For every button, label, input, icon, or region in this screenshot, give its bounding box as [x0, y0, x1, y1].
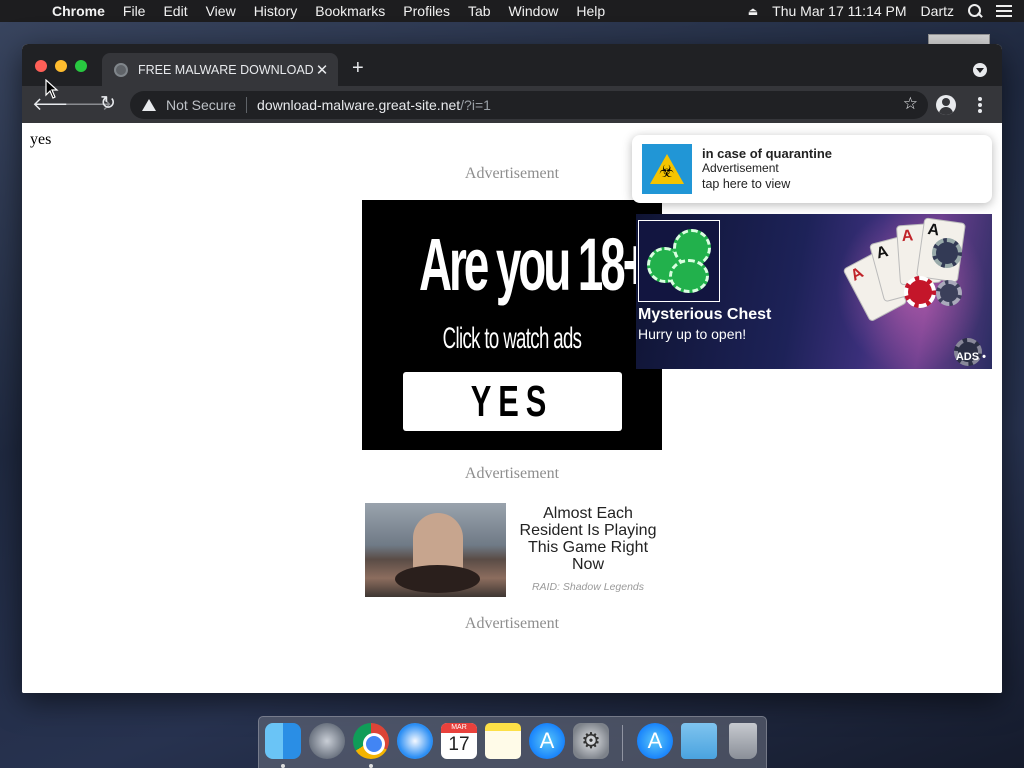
reload-button[interactable]: ↻	[96, 93, 120, 117]
forward-button[interactable]: 🡒	[64, 93, 112, 117]
close-window-button[interactable]	[35, 60, 47, 72]
age-ad-headline: Are you 18+?	[419, 223, 674, 306]
menu-tab[interactable]: Tab	[468, 3, 491, 19]
eject-icon[interactable]: ⏏	[748, 5, 758, 18]
dock-separator	[622, 725, 623, 761]
advertisement-label: Advertisement	[464, 465, 560, 482]
omnibox-divider	[246, 97, 248, 113]
close-tab-icon[interactable]: ✕	[314, 61, 330, 79]
ad-thumbnail-image[interactable]	[365, 503, 506, 597]
menu-file[interactable]: File	[123, 3, 146, 19]
biohazard-icon	[642, 144, 692, 194]
tab-active[interactable]: FREE MALWARE DOWNLOAD ✕	[102, 53, 338, 86]
warning-icon[interactable]	[142, 99, 156, 111]
running-indicator	[369, 764, 373, 768]
calendar-icon[interactable]: MAR 17	[441, 723, 477, 759]
poker-chip-icon	[936, 280, 962, 306]
age-verification-ad[interactable]: Are you 18+? Click to watch ads YES	[362, 200, 674, 450]
security-label[interactable]: Not Secure	[166, 97, 236, 113]
age-ad-yes-button[interactable]: YES	[403, 372, 622, 431]
spotlight-search-icon[interactable]	[968, 4, 982, 18]
menu-edit[interactable]: Edit	[163, 3, 187, 19]
menu-profiles[interactable]: Profiles	[403, 3, 450, 19]
finder-icon[interactable]	[265, 723, 301, 759]
menu-window[interactable]: Window	[509, 3, 559, 19]
running-indicator	[281, 764, 285, 768]
menu-view[interactable]: View	[206, 3, 236, 19]
tab-search-icon[interactable]	[973, 63, 987, 77]
notification-center-icon[interactable]	[996, 5, 1012, 17]
launchpad-icon[interactable]	[309, 723, 345, 759]
bookmark-star-icon[interactable]: ☆	[903, 94, 918, 114]
url-path[interactable]: /?i=1	[460, 97, 491, 113]
menu-bar-status: ⏏ Thu Mar 17 11:14 PM Dartz	[734, 0, 1012, 22]
advertisement-label: Advertisement	[464, 615, 560, 632]
app-store-icon[interactable]: A	[529, 723, 565, 759]
poker-chip-icon	[932, 238, 962, 268]
profile-avatar-icon[interactable]	[936, 95, 956, 115]
safari-icon[interactable]	[397, 723, 433, 759]
native-ad-source[interactable]: RAID: Shadow Legends	[513, 581, 663, 593]
minimize-window-button[interactable]	[55, 60, 67, 72]
menu-app-chrome[interactable]: Chrome	[52, 3, 105, 19]
user-name[interactable]: Dartz	[921, 3, 954, 19]
chrome-icon[interactable]	[353, 723, 389, 759]
chrome-window: FREE MALWARE DOWNLOAD ✕ + 🡐 🡒 ↻ Not Secu…	[22, 44, 1002, 693]
url-host[interactable]: download-malware.great-site.net	[257, 97, 460, 113]
menu-bar: Chrome File Edit View History Bookmarks …	[0, 0, 1024, 22]
menu-bookmarks[interactable]: Bookmarks	[315, 3, 385, 19]
casino-banner-ad[interactable]: A A A A Mysterious Chest Hurry up to ope…	[636, 214, 992, 369]
browser-menu-icon[interactable]	[972, 95, 988, 115]
ads-tag[interactable]: ADS •	[956, 351, 986, 363]
push-notification-ad[interactable]: in case of quarantine Advertisement tap …	[632, 135, 992, 203]
browser-toolbar: 🡐 🡒 ↻ Not Secure download-malware.great-…	[22, 86, 1002, 123]
age-ad-subline: Click to watch ads	[442, 322, 582, 355]
notes-icon[interactable]	[485, 723, 521, 759]
trash-icon[interactable]	[729, 723, 757, 759]
web-page: yes Advertisement Are you 18+? Click to …	[22, 123, 1002, 693]
zoom-window-button[interactable]	[75, 60, 87, 72]
clock[interactable]: Thu Mar 17 11:14 PM	[772, 3, 906, 19]
age-ad-yes-label: YES	[471, 377, 554, 426]
casino-ad-subtitle[interactable]: Hurry up to open!	[638, 326, 746, 342]
notification-cta[interactable]: tap here to view	[702, 177, 790, 191]
menu-history[interactable]: History	[254, 3, 298, 19]
downloads-folder-icon[interactable]	[681, 723, 717, 759]
tab-strip: FREE MALWARE DOWNLOAD ✕ +	[22, 44, 1002, 86]
calendar-month: MAR	[441, 723, 477, 733]
menu-help[interactable]: Help	[576, 3, 605, 19]
poker-chip-icon	[904, 276, 936, 308]
new-tab-button[interactable]: +	[352, 58, 364, 78]
address-bar[interactable]: Not Secure download-malware.great-site.n…	[130, 91, 928, 119]
page-body-text: yes	[30, 131, 52, 148]
casino-ad-title[interactable]: Mysterious Chest	[638, 306, 771, 324]
calendar-day: 17	[448, 734, 470, 755]
native-ad-headline[interactable]: Almost Each Resident Is Playing This Gam…	[513, 505, 663, 573]
notification-title: in case of quarantine	[702, 146, 833, 161]
native-game-ad[interactable]: Almost Each Resident Is Playing This Gam…	[365, 503, 665, 598]
system-preferences-icon[interactable]: ⚙	[573, 723, 609, 759]
notification-subtitle: Advertisement	[702, 161, 779, 175]
tab-title: FREE MALWARE DOWNLOAD	[138, 62, 314, 77]
dock: MAR 17 A ⚙ A	[258, 716, 767, 768]
globe-icon	[114, 62, 128, 77]
app-store-download-icon[interactable]: A	[637, 723, 673, 759]
green-chips-image[interactable]	[638, 220, 720, 302]
